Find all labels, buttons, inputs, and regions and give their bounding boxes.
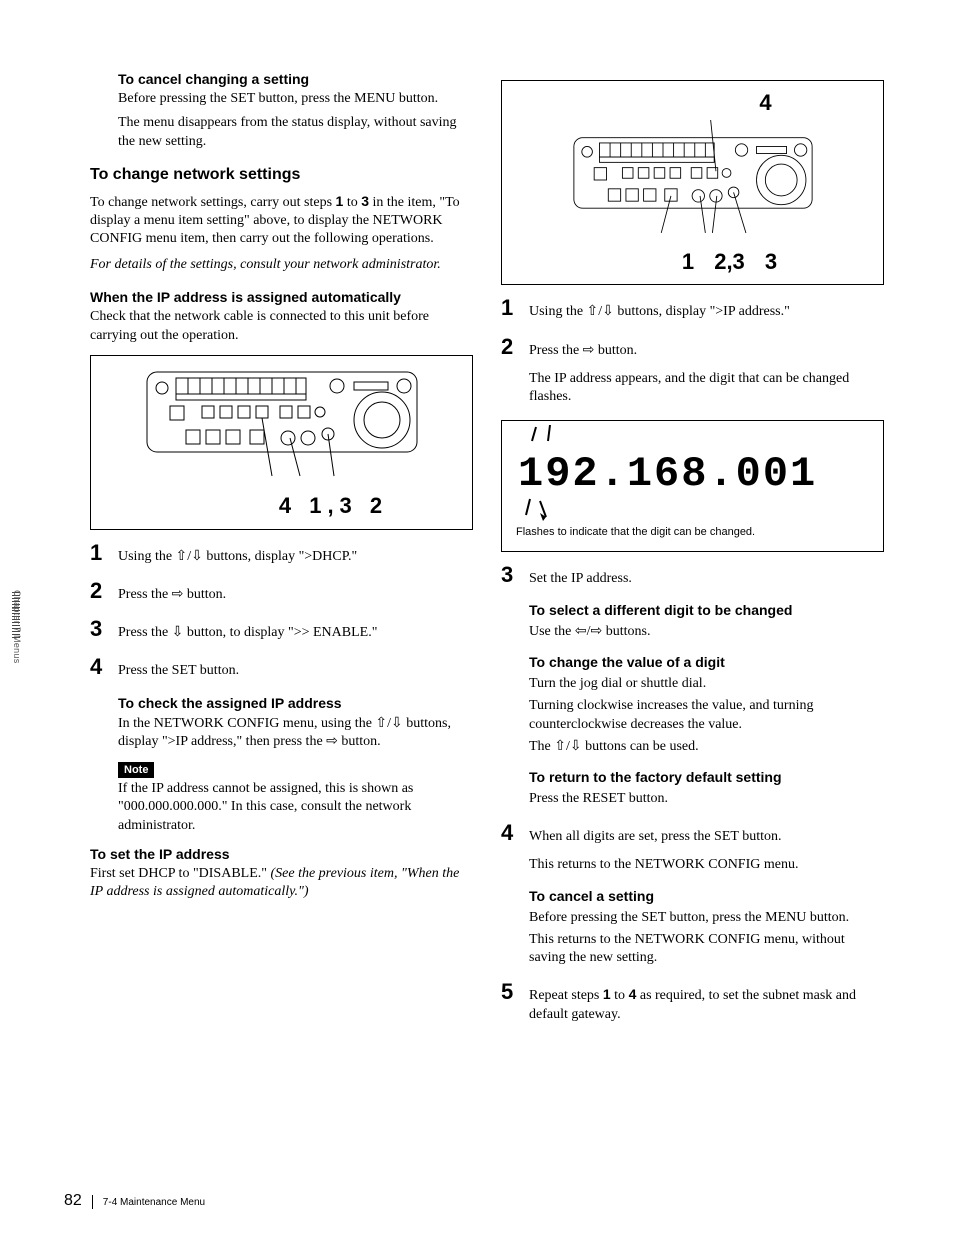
set-ip-head: To set the IP address [90, 845, 473, 863]
step-2: 2 Press the ⇨ button. [90, 580, 473, 608]
panel-diagram-1: 4 1,3 2 [90, 355, 473, 530]
flash-top-icon [518, 425, 578, 449]
check-ip-head: To check the assigned IP address [118, 694, 473, 712]
diagram2-top-callout: 4 [510, 89, 875, 118]
auto-ip-head: When the IP address is assigned automati… [90, 288, 473, 306]
footer-separator [92, 1195, 93, 1209]
r-step-2: 2 Press the ⇨ button. The IP address app… [501, 336, 884, 411]
chapter-sidebar-label: Chapter 7 Menus [10, 590, 22, 664]
right-column: 4 [501, 70, 884, 1038]
r-step-4: 4 When all digits are set, press the SET… [501, 822, 884, 971]
step-3: 3 Press the ⇩ button, to display ">> ENA… [90, 618, 473, 646]
r-step-1: 1 Using the ⇧/⇩ buttons, display ">IP ad… [501, 297, 884, 325]
device-panel-icon [142, 364, 422, 484]
flash-bottom-icon [516, 497, 576, 523]
change-network-details: For details of the settings, consult you… [90, 256, 473, 274]
cancel-change-body1: Before pressing the SET button, press th… [118, 90, 473, 108]
auto-ip-body: Check that the network cable is connecte… [90, 308, 473, 344]
cancel-change-head: To cancel changing a setting [118, 70, 473, 88]
device-panel-icon-2 [553, 120, 833, 240]
check-ip-body: In the NETWORK CONFIG menu, using the ⇧/… [118, 715, 473, 751]
r-step-5: 5 Repeat steps 1 to 4 as required, to se… [501, 981, 884, 1027]
diagram2-bottom-callouts: 1 2,3 3 [510, 248, 875, 277]
step-4: 4 Press the SET button. [90, 656, 473, 684]
panel-diagram-2: 4 [501, 80, 884, 285]
page-footer: 82 7-4 Maintenance Menu [64, 1191, 205, 1212]
note-body: If the IP address cannot be assigned, th… [118, 780, 473, 835]
note-label: Note [118, 762, 154, 778]
cancel-change-body2: The menu disappears from the status disp… [118, 114, 473, 150]
r-step-3: 3 Set the IP address. To select a differ… [501, 564, 884, 812]
diagram1-callouts: 4 1,3 2 [99, 492, 464, 521]
ip-address-box: 192.168.001 Flashes to indicate that the… [501, 420, 884, 552]
change-network-head: To change network settings [90, 165, 473, 186]
change-network-body: To change network settings, carry out st… [90, 192, 473, 249]
footer-title: 7-4 Maintenance Menu [103, 1196, 205, 1209]
step-1: 1 Using the ⇧/⇩ buttons, display ">DHCP.… [90, 542, 473, 570]
set-ip-body: First set DHCP to "DISABLE." (See the pr… [90, 865, 473, 901]
page-number: 82 [64, 1191, 82, 1212]
left-column: To cancel changing a setting Before pres… [90, 70, 473, 1038]
ip-display-value: 192.168.001 [518, 453, 873, 495]
